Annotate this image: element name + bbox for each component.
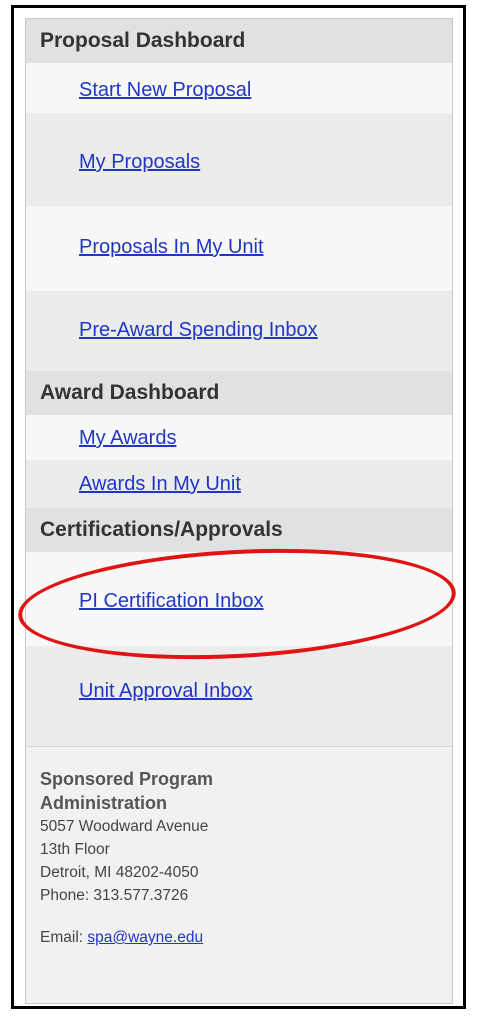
contact-footer: Sponsored Program Administration 5057 Wo…	[26, 746, 452, 1002]
sidebar-panel: Proposal Dashboard Start New Proposal My…	[15, 18, 459, 1004]
proposals-in-my-unit-link[interactable]: Proposals In My Unit	[79, 236, 264, 259]
my-awards-link[interactable]: My Awards	[79, 427, 176, 450]
phone-number: Phone: 313.577.3726	[40, 887, 189, 904]
email-label: Email:	[40, 929, 84, 946]
email-line: Email: spa@wayne.edu	[40, 929, 452, 947]
unit-approval-inbox-link[interactable]: Unit Approval Inbox	[79, 680, 252, 703]
menu-item-awards-in-my-unit: Awards In My Unit	[26, 460, 452, 508]
pi-certification-inbox-link[interactable]: PI Certification Inbox	[79, 590, 264, 613]
start-new-proposal-link[interactable]: Start New Proposal	[79, 79, 251, 102]
city-line: Detroit, MI 48202-4050	[40, 864, 199, 881]
menu-item-my-proposals: My Proposals	[26, 113, 452, 206]
menu-item-start-new-proposal: Start New Proposal	[26, 63, 452, 113]
pre-award-spending-inbox-link[interactable]: Pre-Award Spending Inbox	[79, 319, 318, 342]
menu-item-proposals-in-my-unit: Proposals In My Unit	[26, 206, 452, 291]
menu-item-pi-certification-inbox: PI Certification Inbox	[26, 552, 452, 646]
my-proposals-link[interactable]: My Proposals	[79, 151, 200, 174]
menu-item-pre-award-spending-inbox: Pre-Award Spending Inbox	[26, 291, 452, 371]
email-link[interactable]: spa@wayne.edu	[87, 929, 203, 946]
section-header-award-dashboard: Award Dashboard	[26, 371, 452, 415]
organization-name: Sponsored Program Administration	[40, 769, 214, 813]
address-line-1: 5057 Woodward Avenue	[40, 818, 209, 835]
section-header-proposal-dashboard: Proposal Dashboard	[26, 19, 452, 63]
screenshot-frame: Proposal Dashboard Start New Proposal My…	[11, 5, 466, 1009]
awards-in-my-unit-link[interactable]: Awards In My Unit	[79, 473, 241, 496]
section-header-certifications-approvals: Certifications/Approvals	[26, 508, 452, 552]
menu-item-unit-approval-inbox: Unit Approval Inbox	[26, 646, 452, 746]
address-line-2: 13th Floor	[40, 841, 110, 858]
menu-item-my-awards: My Awards	[26, 415, 452, 460]
